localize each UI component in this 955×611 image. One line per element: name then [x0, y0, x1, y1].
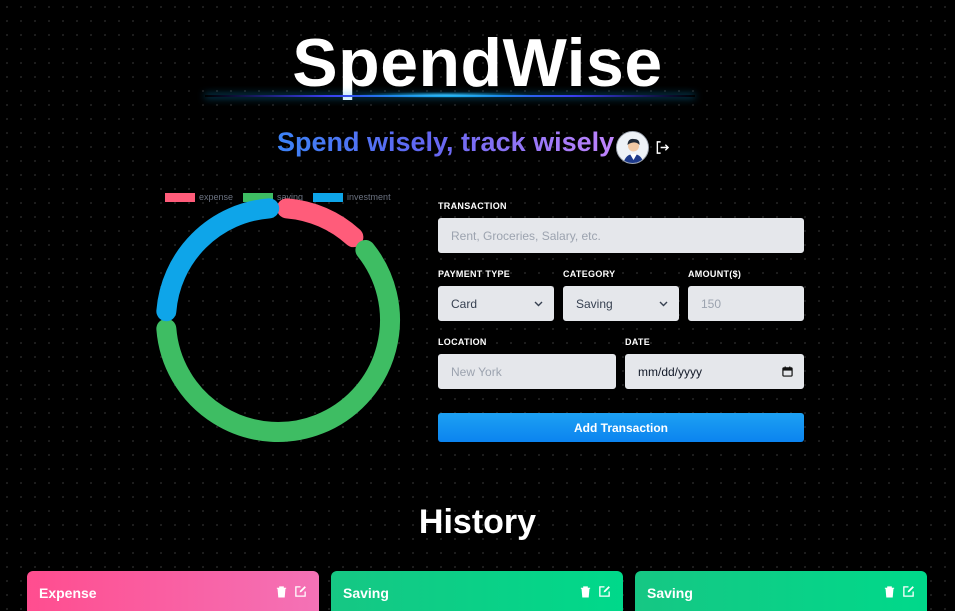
card-category: Expense: [39, 585, 97, 601]
date-placeholder: mm/dd/yyyy: [638, 364, 703, 379]
history-card: Saving: [635, 571, 927, 611]
history-card: Expense: [27, 571, 319, 611]
donut-slice-investment[interactable]: [156, 198, 280, 322]
edit-icon[interactable]: [598, 585, 611, 598]
payment-type-select[interactable]: Card: [438, 286, 554, 321]
avatar-illustration-icon: [617, 132, 648, 163]
edit-icon[interactable]: [294, 585, 307, 598]
chevron-down-icon: [534, 301, 543, 306]
trash-icon[interactable]: [275, 585, 288, 598]
transaction-placeholder: Rent, Groceries, Salary, etc.: [451, 228, 601, 243]
add-transaction-button[interactable]: Add Transaction: [438, 413, 804, 442]
trash-icon[interactable]: [883, 585, 896, 598]
amount-label: AMOUNT($): [688, 269, 742, 279]
category-select[interactable]: Saving: [563, 286, 679, 321]
history-title: History: [418, 503, 537, 541]
doughnut-chart: [150, 186, 410, 466]
trash-icon[interactable]: [579, 585, 592, 598]
transaction-label: TRANSACTION: [438, 201, 507, 211]
title-underline-glow-core: [360, 92, 530, 98]
category-label: CATEGORY: [563, 269, 616, 279]
location-label: LOCATION: [438, 337, 487, 347]
amount-placeholder: 150: [701, 296, 722, 311]
doughnut-chart-svg: [156, 198, 400, 442]
edit-icon[interactable]: [902, 585, 915, 598]
card-category: Saving: [343, 585, 389, 601]
location-placeholder: New York: [451, 364, 502, 379]
history-card: Saving: [331, 571, 623, 611]
card-category: Saving: [647, 585, 693, 601]
transaction-input[interactable]: Rent, Groceries, Salary, etc.: [438, 218, 804, 253]
date-label: DATE: [625, 337, 651, 347]
payment-type-value: Card: [451, 296, 478, 311]
donut-slice-saving[interactable]: [156, 239, 400, 442]
app-title: SpendWise: [292, 25, 663, 101]
location-input[interactable]: New York: [438, 354, 616, 389]
chevron-down-icon: [659, 301, 668, 306]
user-avatar[interactable]: [616, 131, 649, 164]
donut-slice-expense[interactable]: [276, 198, 364, 248]
tagline: Spend wisely, track wisely: [277, 127, 615, 157]
payment-type-label: PAYMENT TYPE: [438, 269, 511, 279]
amount-input[interactable]: 150: [688, 286, 804, 321]
calendar-icon[interactable]: [782, 366, 793, 377]
category-value: Saving: [576, 296, 613, 311]
date-input[interactable]: mm/dd/yyyy: [625, 354, 804, 389]
logout-icon[interactable]: [655, 140, 670, 155]
